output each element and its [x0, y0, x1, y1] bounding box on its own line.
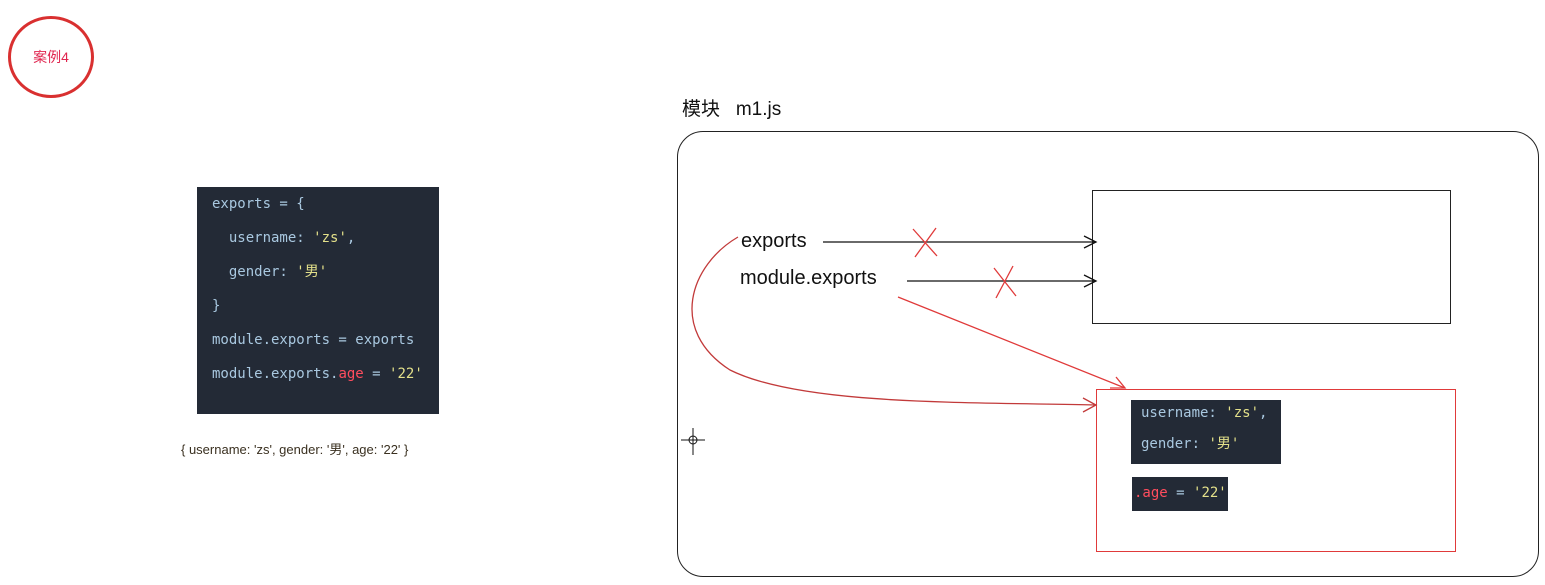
module-exports-new-arrow [897, 296, 1127, 389]
cross-mark-module-exports [993, 265, 1017, 299]
cursor-crosshair-icon [681, 428, 705, 455]
exports-curve-arrow [691, 236, 1098, 413]
exports-arrow [823, 235, 1098, 249]
diagram-arrows [681, 227, 1127, 455]
